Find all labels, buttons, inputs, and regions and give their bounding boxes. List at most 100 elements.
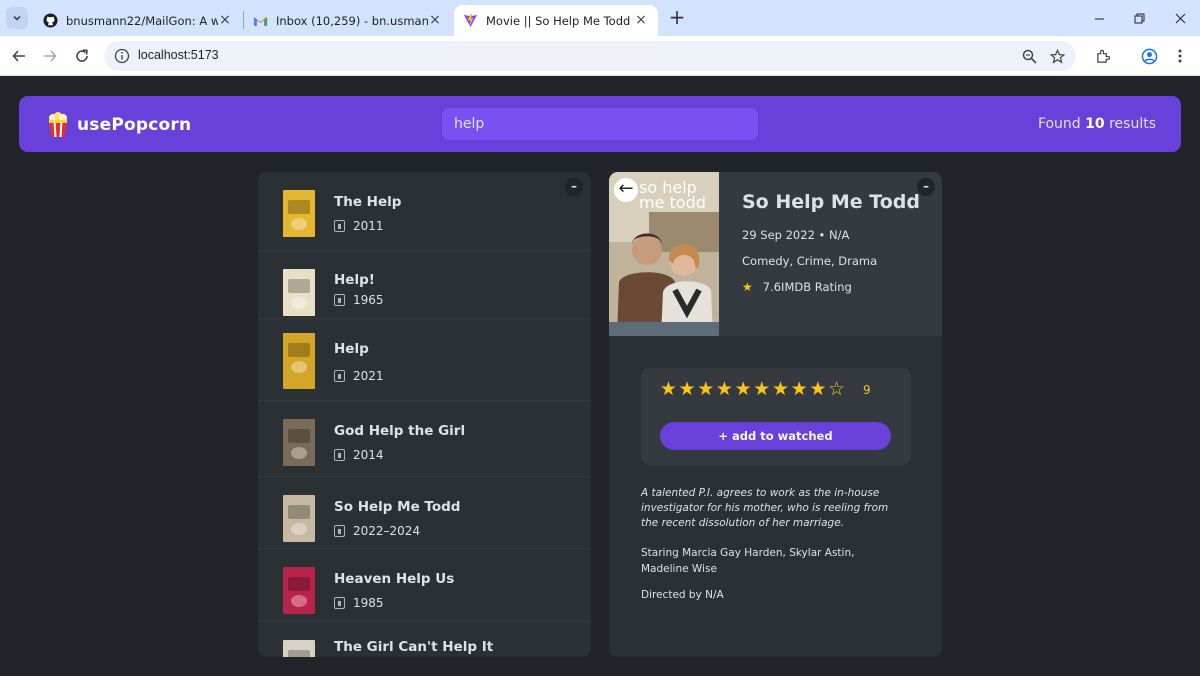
browser-toolbar: localhost:5173 bbox=[0, 36, 1200, 76]
star-filled-icon[interactable]: ★ bbox=[790, 379, 809, 399]
calendar-icon bbox=[334, 525, 345, 537]
movie-poster bbox=[283, 419, 315, 466]
poster-title-text: so help me todd bbox=[639, 178, 706, 212]
tab-search-button[interactable] bbox=[6, 7, 28, 29]
bookmark-star-icon[interactable] bbox=[1047, 46, 1067, 66]
star-filled-icon[interactable]: ★ bbox=[715, 379, 734, 399]
gmail-icon bbox=[252, 13, 268, 29]
movie-title: Heaven Help Us bbox=[334, 571, 455, 587]
calendar-icon bbox=[334, 449, 345, 461]
star-filled-icon[interactable]: ★ bbox=[659, 379, 678, 399]
more-menu-icon[interactable] bbox=[1170, 46, 1190, 66]
rating-box: ★ ★ ★ ★ ★ ★ ★ ★ ★ ☆ 9 + add to watched bbox=[641, 368, 911, 465]
movie-list-box: – The Help 2011 Help! 1965 Help 2021 God Help … bbox=[258, 172, 591, 657]
back-arrow-icon[interactable] bbox=[9, 46, 29, 66]
detail-director: Directed by N/A bbox=[641, 589, 724, 601]
collapse-list-button[interactable]: – bbox=[565, 178, 583, 196]
tab-title: bnusmann22/MailGon: A websi bbox=[66, 13, 218, 28]
movie-year: 2021 bbox=[334, 369, 384, 383]
search-input[interactable] bbox=[442, 108, 758, 140]
add-to-watched-button[interactable]: + add to watched bbox=[660, 422, 891, 450]
tab-movie-active[interactable]: Movie || So Help Me Todd × bbox=[454, 5, 658, 36]
star-filled-icon[interactable]: ★ bbox=[771, 379, 790, 399]
movie-title: So Help Me Todd bbox=[334, 499, 461, 515]
movie-poster bbox=[283, 495, 315, 542]
star-filled-icon[interactable]: ★ bbox=[696, 379, 715, 399]
forward-arrow-icon[interactable] bbox=[40, 46, 60, 66]
star-filled-icon[interactable]: ★ bbox=[678, 379, 697, 399]
movie-year-text: 2014 bbox=[353, 448, 384, 462]
calendar-icon bbox=[334, 370, 345, 382]
movie-details-box: – so help me todd ← So Help Me Todd 29 S… bbox=[609, 172, 942, 657]
tab-gmail[interactable]: Inbox (10,259) - bn.usmann22@ × bbox=[244, 5, 452, 36]
movie-year-text: 2021 bbox=[353, 369, 384, 383]
tab-github[interactable]: bnusmann22/MailGon: A websi × bbox=[34, 5, 242, 36]
detail-imdb-rating: ★ 7.6IMDB Rating bbox=[742, 280, 852, 294]
movie-list-item[interactable]: The Help 2011 bbox=[258, 172, 591, 251]
close-tab-icon[interactable]: × bbox=[634, 13, 648, 27]
results-count: Found 10 results bbox=[1038, 116, 1156, 132]
movie-year: 2022–2024 bbox=[334, 524, 420, 538]
results-prefix: Found bbox=[1037, 116, 1081, 132]
detail-genre: Comedy, Crime, Drama bbox=[742, 254, 878, 268]
movie-poster bbox=[283, 567, 315, 614]
movie-list-item[interactable]: God Help the Girl 2014 bbox=[258, 401, 591, 477]
minimize-icon[interactable] bbox=[1089, 8, 1109, 28]
new-tab-button[interactable]: + bbox=[666, 7, 688, 29]
calendar-icon bbox=[334, 220, 345, 232]
movie-list-item[interactable]: Help 2021 bbox=[258, 319, 591, 401]
profile-avatar-icon[interactable] bbox=[1139, 46, 1159, 66]
star-filled-icon[interactable]: ★ bbox=[809, 379, 828, 399]
back-button[interactable]: ← bbox=[614, 178, 638, 202]
tab-title: Movie || So Help Me Todd bbox=[486, 13, 631, 28]
logo: usePopcorn bbox=[47, 112, 191, 138]
browser-tabbar: bnusmann22/MailGon: A websi × Inbox (10,… bbox=[0, 0, 1200, 36]
movie-year-text: 2011 bbox=[353, 219, 384, 233]
calendar-icon bbox=[334, 597, 345, 609]
star-filled-icon[interactable]: ★ bbox=[734, 379, 753, 399]
vite-icon bbox=[462, 13, 478, 29]
movie-year-text: 2022–2024 bbox=[353, 524, 421, 538]
tab-title: Inbox (10,259) - bn.usmann22@ bbox=[276, 13, 428, 28]
user-rating-value: 9 bbox=[863, 383, 871, 397]
app-navbar: usePopcorn Found 10 results bbox=[19, 96, 1181, 152]
window-close-icon[interactable] bbox=[1170, 8, 1190, 28]
github-icon bbox=[42, 13, 58, 29]
reload-icon[interactable] bbox=[72, 46, 92, 66]
movie-poster bbox=[283, 333, 315, 389]
detail-release: 29 Sep 2022 • N/A bbox=[742, 228, 850, 242]
star-rating: ★ ★ ★ ★ ★ ★ ★ ★ ★ ☆ bbox=[659, 379, 846, 399]
movie-year: 2011 bbox=[334, 219, 384, 233]
extensions-icon[interactable] bbox=[1092, 46, 1112, 66]
star-empty-icon[interactable]: ☆ bbox=[827, 379, 846, 399]
close-tab-icon[interactable]: × bbox=[428, 13, 442, 27]
popcorn-icon bbox=[49, 112, 67, 138]
movie-title: Help! bbox=[334, 272, 375, 288]
movie-year: 2014 bbox=[334, 448, 384, 462]
movie-list-item[interactable]: So Help Me Todd 2022–2024 bbox=[258, 477, 591, 549]
zoom-icon[interactable] bbox=[1019, 46, 1039, 66]
movie-title: The Girl Can't Help It bbox=[334, 639, 494, 655]
close-tab-icon[interactable]: × bbox=[218, 13, 232, 27]
imdb-rating-text: 7.6IMDB Rating bbox=[762, 280, 852, 294]
chevron-down-icon bbox=[13, 15, 21, 21]
detail-actors: Staring Marcia Gay Harden, Skylar Astin,… bbox=[641, 547, 855, 575]
movie-poster bbox=[283, 640, 315, 657]
results-number: 10 bbox=[1085, 116, 1105, 132]
movie-list-item[interactable]: Heaven Help Us 1985 bbox=[258, 549, 591, 622]
movie-list-item[interactable]: Help! 1965 bbox=[258, 251, 591, 319]
restore-icon[interactable] bbox=[1129, 8, 1149, 28]
star-filled-icon[interactable]: ★ bbox=[752, 379, 771, 399]
results-suffix: results bbox=[1109, 116, 1156, 132]
address-bar[interactable]: localhost:5173 bbox=[104, 41, 1076, 71]
movie-year: 1985 bbox=[334, 596, 384, 610]
movie-title: God Help the Girl bbox=[334, 423, 466, 439]
site-info-icon[interactable] bbox=[114, 48, 130, 64]
movie-year-text: 1985 bbox=[353, 596, 384, 610]
detail-title: So Help Me Todd bbox=[742, 191, 920, 213]
collapse-details-button[interactable]: – bbox=[917, 178, 935, 196]
url-text: localhost:5173 bbox=[138, 48, 219, 62]
star-icon: ★ bbox=[742, 280, 753, 294]
detail-plot: A talented P.I. agrees to work as the in… bbox=[641, 487, 889, 529]
movie-list-item[interactable]: The Girl Can't Help It bbox=[258, 622, 591, 657]
